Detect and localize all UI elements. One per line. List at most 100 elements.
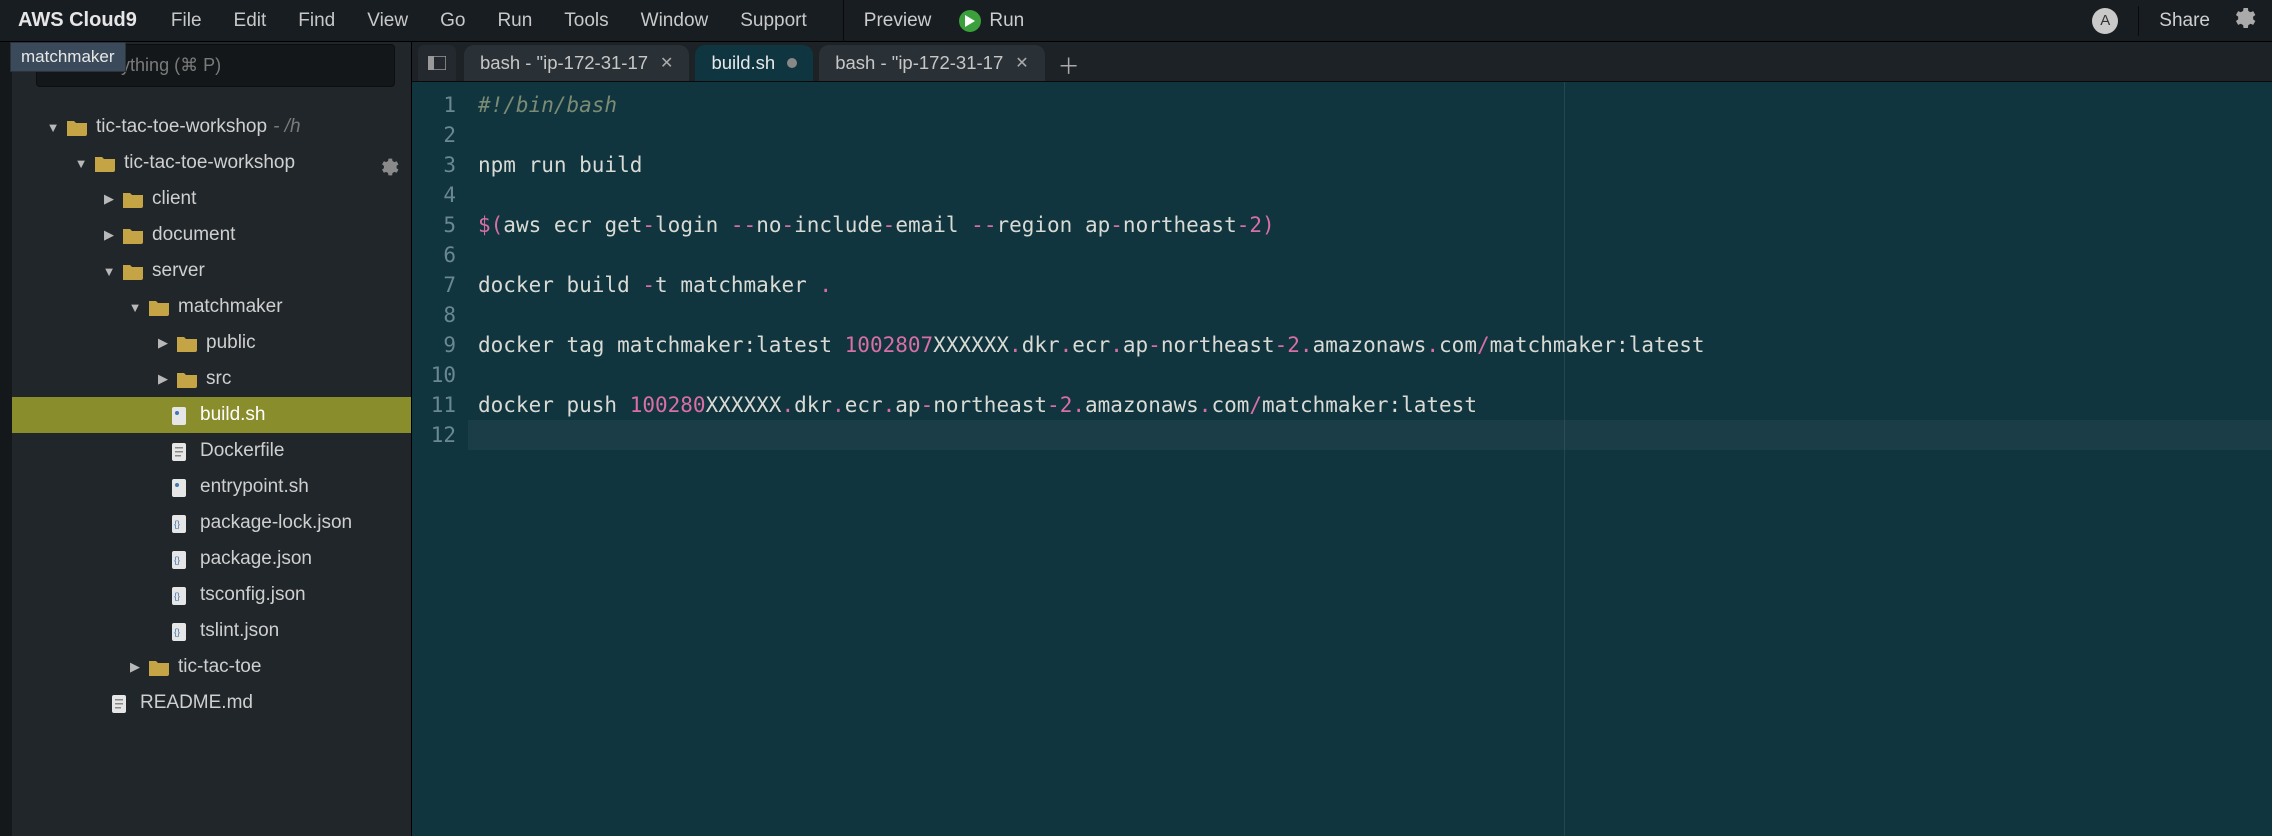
svg-text:{}: {} [174,555,180,565]
sidebar: Go to Anything (⌘ P) ▼ tic-tac-toe-works… [0,42,412,836]
tab-bash-2[interactable]: bash - "ip-172-31-17 ✕ [819,45,1044,81]
divider [843,0,844,42]
chevron-right-icon: ▶ [102,227,116,243]
menu-view[interactable]: View [351,1,424,41]
run-button[interactable]: Run [959,10,1024,32]
folder-icon [122,226,144,244]
menu-find[interactable]: Find [282,1,351,41]
menu-edit[interactable]: Edit [218,1,283,41]
file-icon [170,442,192,460]
chevron-right-icon: ▶ [128,659,142,675]
json-file-icon: {} [170,550,192,568]
left-rail[interactable] [0,42,12,836]
file-icon [110,694,132,712]
tab-buildsh[interactable]: build.sh [695,45,813,81]
menu-window[interactable]: Window [625,1,725,41]
tree-folder-client[interactable]: ▶ client [0,181,411,217]
tree-file-buildsh[interactable]: build.sh [0,397,411,433]
tree-label: tic-tac-toe-workshop [124,152,295,174]
tree-folder-matchmaker[interactable]: ▼ matchmaker [0,289,411,325]
share-button[interactable]: Share [2159,10,2210,32]
brand: AWS Cloud9 [0,9,155,32]
svg-text:{}: {} [174,627,180,637]
unsaved-dot-icon [787,58,797,68]
menu-items: File Edit Find View Go Run Tools Window … [155,1,823,41]
chevron-down-icon: ▼ [102,264,116,279]
tree-label: tic-tac-toe [178,656,261,678]
close-icon[interactable]: ✕ [660,53,673,73]
tree-file-dockerfile[interactable]: Dockerfile [0,433,411,469]
chevron-right-icon: ▶ [156,335,170,351]
avatar[interactable]: A [2092,8,2118,34]
tree-label: tslint.json [200,620,279,642]
tree-label: package.json [200,548,312,570]
folder-icon [176,370,198,388]
gear-icon[interactable] [2230,5,2256,37]
close-icon[interactable]: ✕ [1015,53,1028,73]
folder-icon [148,658,170,676]
menu-tools[interactable]: Tools [548,1,624,41]
tab-label: bash - "ip-172-31-17 [835,52,1003,74]
tabbar: bash - "ip-172-31-17 ✕ build.sh bash - "… [412,42,2272,82]
tree-folder-tictactoe[interactable]: ▶ tic-tac-toe [0,649,411,685]
code-editor[interactable]: 123 456 789 101112 #!/bin/bash npm run b… [412,82,2272,836]
tree-file-entrypoint[interactable]: entrypoint.sh [0,469,411,505]
tree-file-tslint[interactable]: {} tslint.json [0,613,411,649]
tree-folder-document[interactable]: ▶ document [0,217,411,253]
tree-label: README.md [140,692,253,714]
script-file-icon [170,478,192,496]
tree-root[interactable]: ▼ tic-tac-toe-workshop - /h [0,109,411,145]
tree-file-tsconfig[interactable]: {} tsconfig.json [0,577,411,613]
gutter: 123 456 789 101112 [412,82,468,836]
json-file-icon: {} [170,586,192,604]
menubar: AWS Cloud9 File Edit Find View Go Run To… [0,0,2272,42]
tree-settings-icon[interactable] [377,156,399,184]
tab-label: bash - "ip-172-31-17 [480,52,648,74]
tooltip: matchmaker [10,42,126,72]
preview-button[interactable]: Preview [864,10,932,32]
chevron-down-icon: ▼ [74,156,88,171]
chevron-right-icon: ▶ [156,371,170,387]
run-label: Run [989,10,1024,32]
tab-bash-1[interactable]: bash - "ip-172-31-17 ✕ [464,45,689,81]
tree-file-pkglock[interactable]: {} package-lock.json [0,505,411,541]
tree-label: Dockerfile [200,440,284,462]
tree-label: build.sh [200,404,266,426]
svg-text:{}: {} [174,591,180,601]
tree-label: tsconfig.json [200,584,306,606]
code-content[interactable]: #!/bin/bash npm run build $(aws ecr get-… [468,82,2272,836]
tab-label: build.sh [711,52,775,74]
tree-label: entrypoint.sh [200,476,309,498]
tree-folder-src[interactable]: ▶ src [0,361,411,397]
script-file-icon [170,406,192,424]
menu-support[interactable]: Support [724,1,823,41]
new-tab-button[interactable]: ＋ [1051,49,1087,81]
tree-label: src [206,368,231,390]
chevron-down-icon: ▼ [128,300,142,315]
menu-file[interactable]: File [155,1,218,41]
folder-icon [148,298,170,316]
tree-label: document [152,224,235,246]
tree-file-readme[interactable]: README.md [0,685,411,721]
folder-icon [122,190,144,208]
tree-label: matchmaker [178,296,283,318]
tree-root-suffix: - /h [273,116,300,138]
file-tree: ▼ tic-tac-toe-workshop - /h ▼ tic-tac-to… [0,109,411,721]
chevron-right-icon: ▶ [102,191,116,207]
svg-text:{}: {} [174,519,180,529]
editor-area: bash - "ip-172-31-17 ✕ build.sh bash - "… [412,42,2272,836]
play-icon [959,10,981,32]
tree-label: server [152,260,205,282]
tree-label: client [152,188,196,210]
menu-run[interactable]: Run [481,1,548,41]
tree-folder-workshop[interactable]: ▼ tic-tac-toe-workshop [0,145,411,181]
panel-toggle-icon[interactable] [418,45,456,81]
chevron-down-icon: ▼ [46,120,60,135]
tree-label: package-lock.json [200,512,352,534]
folder-icon [66,118,88,136]
menu-go[interactable]: Go [424,1,481,41]
tree-file-pkg[interactable]: {} package.json [0,541,411,577]
tree-folder-public[interactable]: ▶ public [0,325,411,361]
tree-folder-server[interactable]: ▼ server [0,253,411,289]
folder-icon [122,262,144,280]
